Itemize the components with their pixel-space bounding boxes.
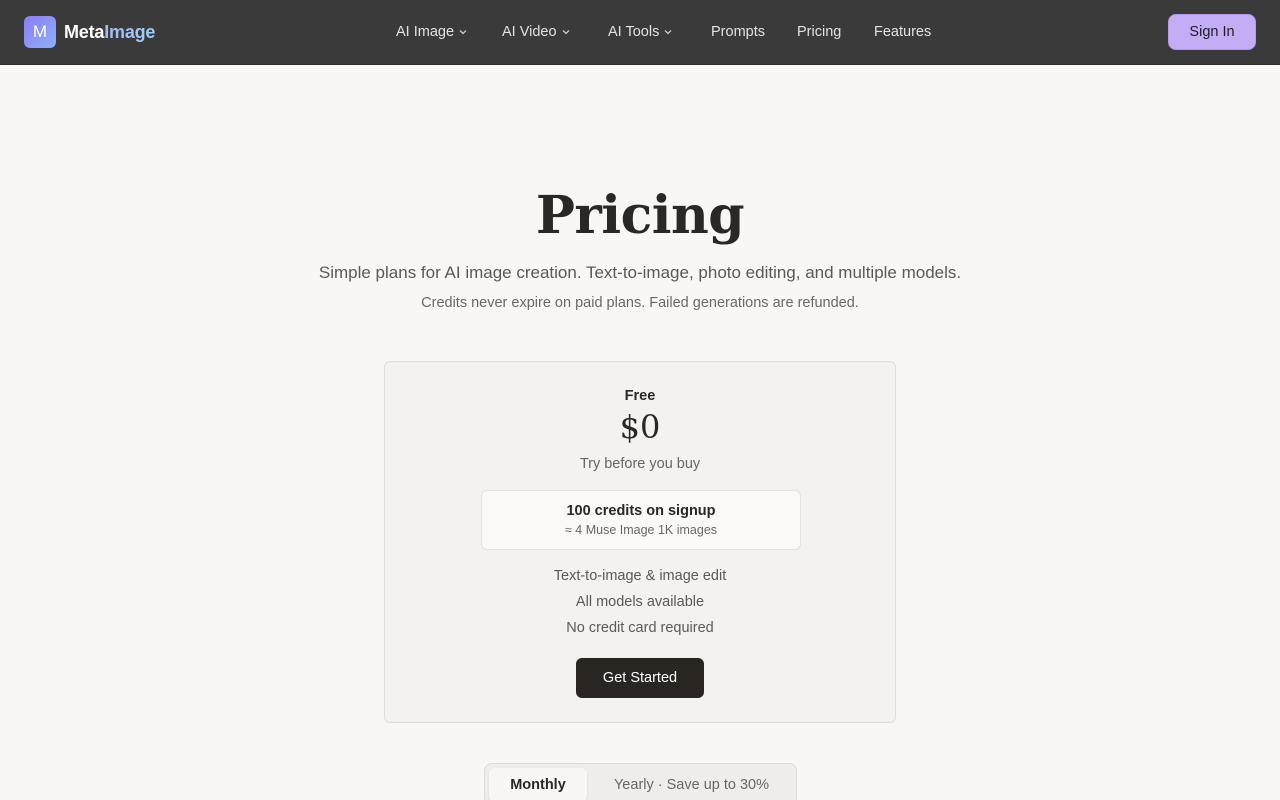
nav-pricing[interactable]: Pricing <box>797 21 841 43</box>
nav-ai-image[interactable]: AI Image <box>396 21 468 43</box>
plan-feature: Text-to-image & image edit <box>553 568 727 584</box>
billing-period-toggle: Monthly Yearly · Save up to 30% <box>484 763 797 800</box>
free-plan-card: Free $0 Try before you buy 100 credits o… <box>384 361 896 723</box>
nav-ai-video[interactable]: AI Video <box>502 21 571 43</box>
brand-name-part2: Image <box>104 22 156 42</box>
monthly-toggle-option[interactable]: Monthly <box>489 768 587 800</box>
nav-prompts[interactable]: Prompts <box>711 21 765 43</box>
credits-main-text: 100 credits on signup <box>566 503 716 519</box>
page-title: Pricing <box>535 185 745 246</box>
sign-in-button[interactable]: Sign In <box>1168 14 1256 50</box>
brand-name-part1: Meta <box>64 22 105 42</box>
get-started-button[interactable]: Get Started <box>576 658 704 698</box>
credits-box: 100 credits on signup ≈ 4 Muse Image 1K … <box>481 490 801 550</box>
chevron-down-icon <box>663 27 673 37</box>
nav-ai-image-label: AI Image <box>396 24 455 40</box>
chevron-down-icon <box>458 27 468 37</box>
credits-sub-text: ≈ 4 Muse Image 1K images <box>564 523 718 537</box>
plan-feature: All models available <box>575 594 705 610</box>
plan-price: $0 <box>619 408 661 446</box>
logo-icon[interactable]: M <box>24 16 56 48</box>
plan-tagline: Try before you buy <box>579 456 701 472</box>
yearly-toggle-option[interactable]: Yearly · Save up to 30% <box>589 768 794 800</box>
top-navigation-bar: M MetaImage AI Image AI Video AI Tools P… <box>0 0 1280 65</box>
nav-ai-tools[interactable]: AI Tools <box>608 21 673 43</box>
nav-ai-tools-label: AI Tools <box>608 24 660 40</box>
nav-ai-video-label: AI Video <box>502 24 557 40</box>
plan-feature: No credit card required <box>566 620 714 636</box>
page-subtitle: Simple plans for AI image creation. Text… <box>318 263 962 282</box>
nav-features[interactable]: Features <box>874 21 931 43</box>
credits-note: Credits never expire on paid plans. Fail… <box>421 295 859 311</box>
chevron-down-icon <box>561 27 571 37</box>
plan-name: Free <box>624 388 656 404</box>
brand-name[interactable]: MetaImage <box>64 20 155 44</box>
